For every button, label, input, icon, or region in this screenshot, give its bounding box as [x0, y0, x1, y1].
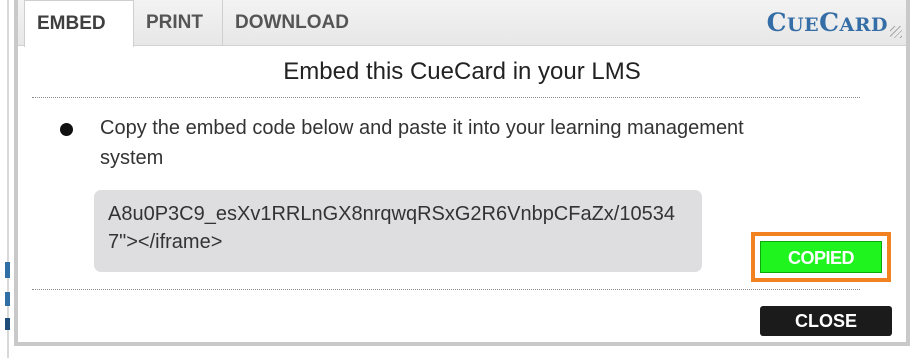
tab-print[interactable]: PRINT	[134, 0, 222, 46]
embed-dialog: EMBED PRINT DOWNLOAD CUECARD Embed this …	[14, 0, 910, 346]
resize-grip-icon[interactable]	[890, 26, 902, 38]
screen: EMBED PRINT DOWNLOAD CUECARD Embed this …	[0, 0, 920, 358]
instruction-text: Copy the embed code below and paste it i…	[100, 117, 744, 169]
copied-button[interactable]: COPIED	[760, 241, 882, 273]
background-ui-fragment	[5, 262, 10, 278]
dotted-divider	[32, 289, 860, 290]
copied-highlight: COPIED	[751, 232, 891, 282]
tab-download[interactable]: DOWNLOAD	[222, 0, 372, 46]
cuecard-logo: CUECARD	[767, 0, 888, 46]
bullet-icon	[60, 123, 73, 136]
background-ui-fragment	[5, 292, 10, 306]
dotted-divider	[32, 97, 860, 98]
dialog-title: Embed this CueCard in your LMS	[283, 58, 641, 85]
close-button[interactable]: CLOSE	[760, 306, 892, 336]
background-ui-fragment	[5, 318, 10, 330]
background-strip	[14, 346, 920, 358]
logo-text: ARD	[839, 14, 888, 36]
embed-code-box[interactable]: A8u0P3C9_esXv1RRLnGX8nrqwqRSxG2R6VnbpCFa…	[94, 190, 702, 272]
logo-text: UE	[787, 14, 820, 36]
background-window-edge	[0, 0, 14, 358]
tab-bar: EMBED PRINT DOWNLOAD CUECARD	[18, 0, 906, 47]
logo-initial: C	[766, 8, 788, 37]
logo-initial: C	[819, 8, 840, 37]
tab-embed[interactable]: EMBED	[24, 0, 134, 47]
